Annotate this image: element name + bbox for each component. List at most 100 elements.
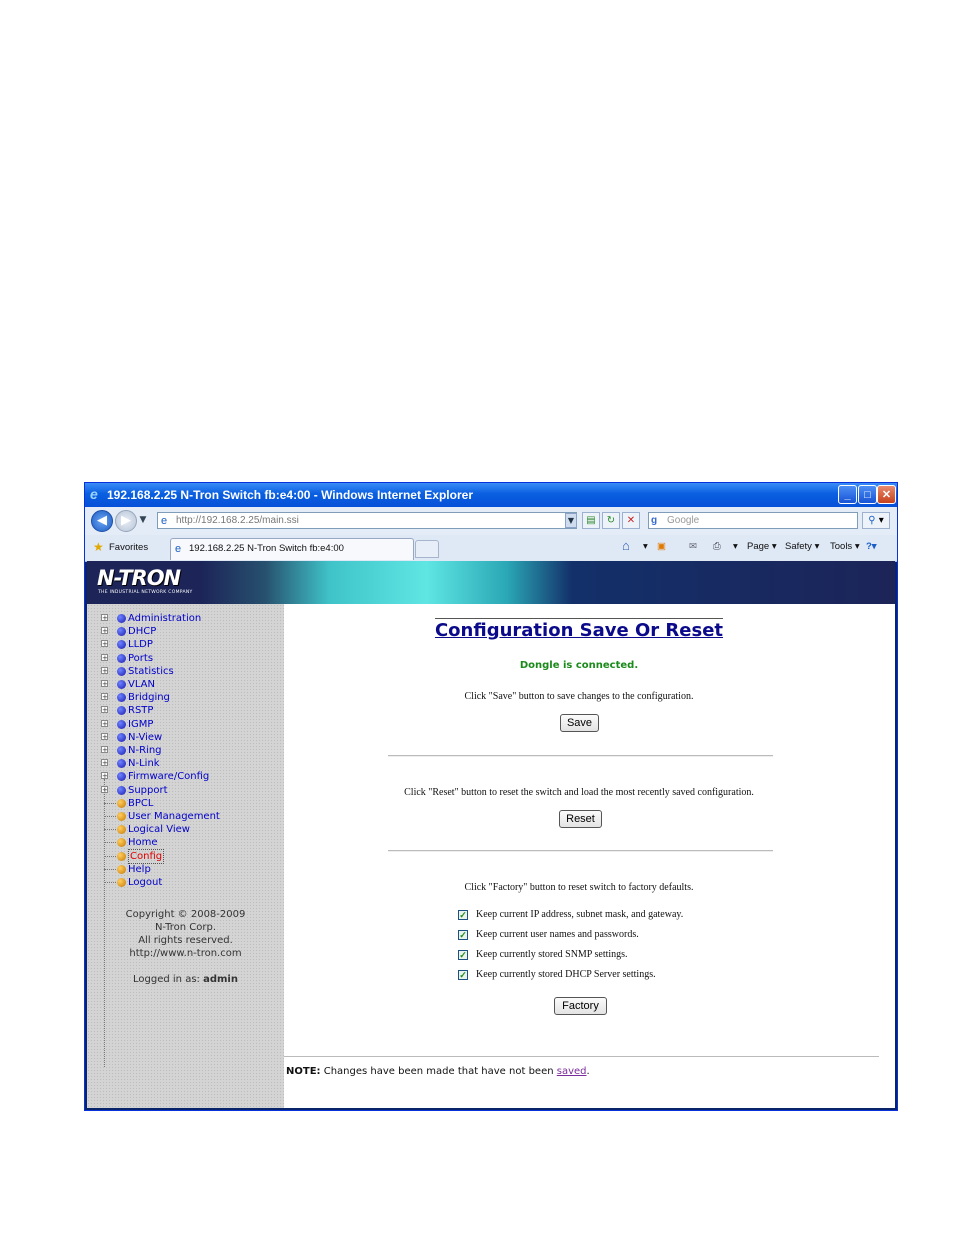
tree-branch [104, 842, 116, 844]
page-title: Configuration Save Or Reset [434, 618, 724, 641]
sidebar-item-label: Bridging [128, 692, 170, 704]
blue-bullet-icon [117, 666, 126, 676]
blue-bullet-icon [117, 706, 126, 716]
blue-bullet-icon [117, 640, 126, 650]
mail-icon[interactable]: ✉ [689, 541, 697, 552]
option-checkbox[interactable]: ✓ [458, 930, 468, 940]
search-button[interactable]: ⚲ ▾ [862, 512, 890, 529]
ntron-logo: N-TRON [97, 566, 181, 590]
back-button[interactable]: ◀ [91, 510, 113, 532]
expand-icon[interactable]: + [101, 614, 108, 622]
blue-bullet-icon [117, 732, 126, 742]
expand-icon[interactable]: + [101, 746, 108, 754]
close-button[interactable]: ✕ [877, 485, 896, 504]
unsaved-note: NOTE: Changes have been made that have n… [286, 1066, 590, 1077]
sidebar-item-label: Logical View [128, 824, 190, 836]
expand-icon[interactable]: + [101, 680, 108, 688]
option-checkbox[interactable]: ✓ [458, 910, 468, 920]
print-icon[interactable]: ⎙ [713, 541, 721, 552]
tree-branch [104, 855, 116, 857]
copyright-url: http://www.n-tron.com [129, 948, 242, 959]
option-checkbox[interactable]: ✓ [458, 950, 468, 960]
expand-icon[interactable]: + [101, 653, 108, 661]
dongle-status: Dongle is connected. [519, 660, 639, 671]
note-text: Changes have been made that have not bee… [320, 1066, 557, 1077]
sidebar-item-label: Logout [128, 877, 163, 888]
option-label: Keep current user names and passwords. [476, 929, 639, 940]
blue-bullet-icon [117, 719, 126, 729]
minimize-button[interactable]: _ [838, 485, 857, 504]
reset-button[interactable]: Reset [559, 810, 602, 828]
orange-bullet-icon [117, 825, 126, 835]
stop-button[interactable]: ✕ [622, 512, 640, 529]
blue-bullet-icon [117, 772, 126, 782]
expand-icon[interactable]: + [101, 693, 108, 701]
expand-icon[interactable]: + [101, 666, 108, 674]
expand-icon[interactable]: + [101, 732, 108, 740]
tree-branch [104, 816, 116, 817]
history-dropdown[interactable]: ▼ [138, 510, 148, 532]
logged-in-status: Logged in as: admin [87, 973, 284, 986]
save-instruction: Click "Save" button to save changes to t… [464, 691, 694, 702]
saved-link[interactable]: saved [557, 1066, 587, 1077]
reset-instruction: Click "Reset" button to reset the switch… [404, 787, 754, 798]
copyright-line-1: Copyright © 2008-2009 [125, 909, 246, 920]
forward-icon: ▶ [121, 513, 131, 528]
home-icon[interactable]: ⌂ [622, 538, 630, 553]
blue-bullet-icon [117, 627, 126, 637]
safety-menu[interactable]: Safety ▾ [785, 541, 819, 552]
home-dropdown[interactable]: ▾ [643, 541, 648, 552]
browser-tab[interactable]: e 192.168.2.25 N-Tron Switch fb:e4:00 [170, 538, 414, 560]
help-icon[interactable]: ?▾ [866, 541, 877, 552]
expand-icon[interactable]: + [101, 706, 108, 714]
page-content: N-TRON THE INDUSTRIAL NETWORK COMPANY + A… [87, 561, 895, 1108]
orange-bullet-icon [117, 838, 126, 848]
sidebar: + Administration + DHCP + LLDP + Ports + Statisti… [87, 604, 284, 1108]
refresh-button[interactable]: ↻ [602, 512, 620, 529]
new-tab-button[interactable] [415, 540, 439, 558]
sidebar-item-label: DHCP [128, 626, 157, 638]
note-label: NOTE: [286, 1066, 321, 1077]
tools-menu[interactable]: Tools ▾ [830, 541, 860, 552]
save-button[interactable]: Save [560, 714, 599, 732]
expand-icon[interactable]: + [101, 719, 108, 727]
option-label: Keep currently stored DHCP Server settin… [476, 969, 656, 980]
tab-label: 192.168.2.25 N-Tron Switch fb:e4:00 [189, 543, 344, 554]
sidebar-item-label: Config [128, 848, 165, 864]
sidebar-item-label: Home [128, 837, 158, 849]
refresh-icon: ↻ [606, 515, 616, 526]
blue-bullet-icon [117, 653, 126, 663]
address-dropdown[interactable]: ▼ [565, 513, 577, 528]
orange-bullet-icon [117, 878, 126, 887]
expand-icon[interactable]: + [101, 627, 108, 635]
address-bar[interactable]: e http://192.168.2.25/main.ssi [157, 512, 577, 529]
orange-bullet-icon [117, 798, 126, 808]
blue-bullet-icon [117, 680, 126, 689]
compatibility-icon: ▤ [586, 515, 596, 526]
search-icon: ⚲ [868, 515, 876, 526]
logo-tagline: THE INDUSTRIAL NETWORK COMPANY [98, 590, 193, 595]
favorites-bar: ★ Favorites e 192.168.2.25 N-Tron Switch… [85, 535, 897, 562]
page-menu[interactable]: Page ▾ [747, 541, 777, 552]
expand-icon[interactable]: + [101, 640, 108, 648]
search-input[interactable]: g Google [648, 512, 858, 529]
compatibility-view-button[interactable]: ▤ [582, 512, 600, 529]
forward-button[interactable]: ▶ [115, 510, 137, 532]
orange-bullet-icon [117, 851, 126, 861]
sidebar-item-label: Ports [128, 652, 154, 664]
divider-1 [388, 755, 773, 757]
expand-icon[interactable]: + [101, 759, 108, 767]
print-dropdown[interactable]: ▾ [733, 541, 738, 552]
option-label: Keep currently stored SNMP settings. [476, 949, 628, 960]
internet-explorer-icon: e [90, 486, 98, 502]
stop-icon: ✕ [626, 515, 636, 526]
feeds-icon[interactable]: ▣ [657, 541, 666, 552]
tree-branch [104, 868, 116, 870]
sidebar-item-label: N-Link [128, 758, 160, 770]
window-title: 192.168.2.25 N-Tron Switch fb:e4:00 - Wi… [107, 488, 473, 502]
factory-button[interactable]: Factory [554, 997, 607, 1015]
favorites-button[interactable]: Favorites [109, 542, 148, 553]
maximize-button[interactable]: □ [858, 485, 877, 504]
sidebar-item-label: N-View [128, 731, 163, 743]
option-checkbox[interactable]: ✓ [458, 970, 468, 980]
